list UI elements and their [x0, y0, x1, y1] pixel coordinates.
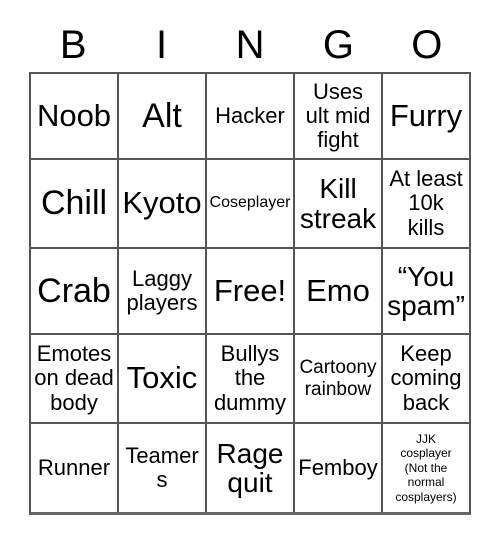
- bingo-header-letter-g: G: [322, 23, 354, 67]
- bingo-cell[interactable]: Coseplayer: [207, 160, 295, 249]
- bingo-header-letter-n: N: [235, 23, 265, 67]
- bingo-cell[interactable]: Cartoony rainbow: [295, 335, 383, 424]
- bingo-cell-label: Bullys the dummy: [213, 341, 287, 415]
- bingo-cell-label: Free!: [213, 272, 287, 308]
- bingo-cell[interactable]: Furry: [383, 74, 469, 160]
- bingo-cell[interactable]: Bullys the dummy: [207, 335, 295, 424]
- bingo-cell-label: Kyoto: [122, 185, 202, 221]
- bingo-cell[interactable]: Runner: [31, 424, 119, 512]
- bingo-cell-label: “You spam”: [387, 260, 465, 321]
- bingo-cell-label: Toxic: [126, 360, 198, 396]
- bingo-cell-label: Crab: [37, 271, 111, 310]
- bingo-cell-label: Noob: [36, 97, 112, 133]
- bingo-cell-label: Kill streak: [299, 173, 377, 234]
- bingo-cell[interactable]: Noob: [31, 74, 119, 160]
- bingo-cell-label: Uses ult mid fight: [305, 78, 371, 153]
- bingo-cell[interactable]: Alt: [119, 74, 207, 160]
- bingo-cell[interactable]: Crab: [31, 249, 119, 335]
- bingo-cell[interactable]: At least 10k kills: [383, 160, 469, 249]
- bingo-cell-label: Femboy: [298, 454, 378, 480]
- bingo-cell[interactable]: JJK cosplayer (Not the normal cosplayers…: [383, 424, 469, 512]
- bingo-cell-label: Rage quit: [216, 437, 284, 498]
- bingo-cell[interactable]: Kyoto: [119, 160, 207, 249]
- bingo-card: B I N G O Noob Alt Hacker Uses ult mid f…: [29, 18, 471, 515]
- bingo-cell-free[interactable]: Free!: [207, 249, 295, 335]
- bingo-cell-label: Chill: [40, 184, 108, 223]
- bingo-cell[interactable]: Laggy players: [119, 249, 207, 335]
- bingo-cell[interactable]: Chill: [31, 160, 119, 249]
- bingo-cell-label: Emotes on dead body: [34, 341, 114, 415]
- bingo-cell[interactable]: Femboy: [295, 424, 383, 512]
- bingo-cell[interactable]: Emo: [295, 249, 383, 335]
- bingo-row: Noob Alt Hacker Uses ult mid fight Furry: [31, 74, 469, 160]
- bingo-cell-label: Hacker: [215, 102, 285, 128]
- bingo-row: Crab Laggy players Free! Emo “You spam”: [31, 249, 469, 335]
- bingo-header-letter-b: B: [59, 23, 87, 67]
- bingo-cell[interactable]: “You spam”: [383, 249, 469, 335]
- bingo-cell-label: Cartoony rainbow: [299, 357, 377, 400]
- bingo-cell[interactable]: Emotes on dead body: [31, 335, 119, 424]
- bingo-cell[interactable]: Kill streak: [295, 160, 383, 249]
- bingo-cell-label: Coseplayer: [209, 194, 291, 212]
- bingo-row: Emotes on dead body Toxic Bullys the dum…: [31, 335, 469, 424]
- bingo-cell[interactable]: Uses ult mid fight: [295, 74, 383, 160]
- bingo-cell-label: Keep coming back: [390, 341, 462, 415]
- bingo-header-letter-i: I: [156, 23, 168, 67]
- bingo-cell[interactable]: Hacker: [207, 74, 295, 160]
- bingo-cell-label: Teamers: [125, 442, 199, 492]
- bingo-cell[interactable]: Keep coming back: [383, 335, 469, 424]
- bingo-cell-label: At least 10k kills: [389, 166, 463, 240]
- bingo-grid: Noob Alt Hacker Uses ult mid fight Furry…: [29, 72, 471, 515]
- bingo-cell-label: Emo: [306, 272, 370, 308]
- bingo-header-letter-o: O: [411, 23, 443, 67]
- bingo-cell[interactable]: Toxic: [119, 335, 207, 424]
- bingo-cell-label: Runner: [37, 454, 111, 480]
- bingo-cell-label: Laggy players: [126, 265, 198, 315]
- bingo-header-row: B I N G O: [29, 18, 471, 72]
- bingo-row: Runner Teamers Rage quit Femboy JJK cosp…: [31, 424, 469, 512]
- bingo-cell-label: Alt: [142, 96, 182, 135]
- bingo-cell[interactable]: Rage quit: [207, 424, 295, 512]
- bingo-cell[interactable]: Teamers: [119, 424, 207, 512]
- bingo-row: Chill Kyoto Coseplayer Kill streak At le…: [31, 160, 469, 249]
- bingo-cell-label: JJK cosplayer (Not the normal cosplayers…: [395, 432, 457, 504]
- bingo-cell-label: Furry: [389, 97, 463, 133]
